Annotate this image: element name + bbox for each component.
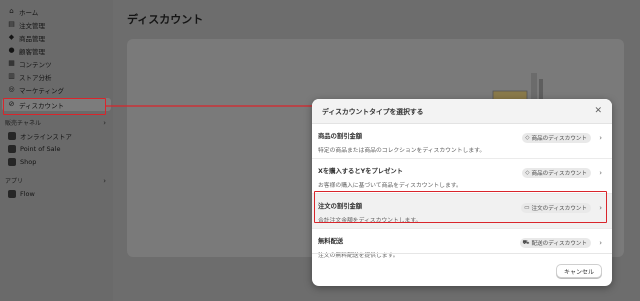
badge-label: 配送のディスカウント xyxy=(531,241,587,247)
channel-online-store[interactable]: オンラインストア xyxy=(0,129,113,142)
sidebar-item-content[interactable]: ▦ コンテンツ xyxy=(0,57,113,70)
sidebar-item-label: ホーム xyxy=(19,8,39,17)
person-icon: ● xyxy=(8,46,15,54)
chevron-right-icon: › xyxy=(599,204,602,212)
connector-line xyxy=(106,105,312,107)
sidebar-highlight xyxy=(3,98,106,115)
app-label: Flow xyxy=(20,189,35,198)
modal-header: ディスカウントタイプを選択する ✕ xyxy=(312,99,612,124)
option-buy-x-get-y[interactable]: Xを購入するとYをプレゼント お客様の購入に基づいて商品をディスカウントします。… xyxy=(312,159,612,194)
shop-icon xyxy=(8,157,16,166)
sidebar: ⌂ ホーム ▤ 注文管理 ◆ 商品管理 ● 顧客管理 ▦ コンテンツ ▥ ストア分析 ◎ マー… xyxy=(0,0,113,301)
option-product-amount[interactable]: 商品の割引金額 特定の商品または商品のコレクションをディスカウントします。 ◇ 商… xyxy=(312,124,612,159)
option-badge: ⛟ 配送のディスカウント xyxy=(519,238,591,248)
home-icon: ⌂ xyxy=(9,7,14,15)
chevron-right-icon: › xyxy=(599,169,602,177)
bar-chart-icon: ▥ xyxy=(8,72,15,80)
chevron-right-icon: › xyxy=(599,134,602,142)
option-order-amount[interactable]: 注文の割引金額 合計注文金額をディスカウントします。 ▭ 注文のディスカウント › xyxy=(312,194,612,229)
discount-type-modal: ディスカウントタイプを選択する ✕ 商品の割引金額 特定の商品または商品のコレク… xyxy=(312,99,612,286)
option-description: お客様の購入に基づいて商品をディスカウントします。 xyxy=(318,183,462,189)
section-title: アプリ xyxy=(5,178,24,185)
cart-icon: ▭ xyxy=(524,205,530,211)
modal-footer: キャンセル xyxy=(312,253,612,286)
sidebar-item-label: マーケティング xyxy=(19,86,64,95)
sidebar-item-products[interactable]: ◆ 商品管理 xyxy=(0,31,113,44)
sidebar-item-label: 注文管理 xyxy=(19,21,45,30)
apps-section[interactable]: アプリ › xyxy=(0,174,113,187)
target-icon: ◎ xyxy=(8,85,15,93)
tag-icon: ◇ xyxy=(525,170,530,176)
badge-label: 注文のディスカウント xyxy=(531,206,587,212)
page-title: ディスカウント xyxy=(127,13,204,26)
option-description: 合計注文金額をディスカウントします。 xyxy=(318,218,422,224)
chevron-right-icon: › xyxy=(599,239,602,247)
sidebar-item-analytics[interactable]: ▥ ストア分析 xyxy=(0,70,113,83)
store-icon xyxy=(8,131,16,140)
channel-label: オンラインストア xyxy=(20,132,72,141)
chevron-right-icon: › xyxy=(103,176,106,185)
modal-title: ディスカウントタイプを選択する xyxy=(322,108,424,116)
flow-icon xyxy=(8,189,16,198)
option-badge: ◇ 商品のディスカウント xyxy=(522,133,591,143)
truck-icon: ⛟ xyxy=(522,239,530,246)
sidebar-item-orders[interactable]: ▤ 注文管理 xyxy=(0,18,113,31)
badge-label: 商品のディスカウント xyxy=(531,171,587,177)
tag-icon: ◇ xyxy=(525,135,530,141)
sidebar-item-home[interactable]: ⌂ ホーム xyxy=(0,5,113,18)
orders-icon: ▤ xyxy=(8,20,15,28)
tag-icon: ◆ xyxy=(8,33,15,41)
sidebar-item-label: ストア分析 xyxy=(19,73,52,82)
option-badge: ▭ 注文のディスカウント xyxy=(521,203,591,213)
cancel-button[interactable]: キャンセル xyxy=(555,264,602,278)
chevron-right-icon: › xyxy=(103,118,106,127)
section-title: 販売チャネル xyxy=(5,120,41,127)
badge-label: 商品のディスカウント xyxy=(531,136,587,142)
channel-shop[interactable]: Shop xyxy=(0,155,113,168)
channel-label: Point of Sale xyxy=(20,144,61,153)
pos-icon xyxy=(8,144,16,153)
sidebar-item-label: 顧客管理 xyxy=(19,47,45,56)
sales-channels-section[interactable]: 販売チャネル › xyxy=(0,116,113,129)
channel-point-of-sale[interactable]: Point of Sale xyxy=(0,142,113,155)
sidebar-item-label: 商品管理 xyxy=(19,34,45,43)
close-icon[interactable]: ✕ xyxy=(594,106,602,116)
channel-label: Shop xyxy=(20,157,37,166)
content-icon: ▦ xyxy=(8,59,15,67)
option-badge: ◇ 商品のディスカウント xyxy=(522,168,591,178)
sidebar-item-marketing[interactable]: ◎ マーケティング xyxy=(0,83,113,96)
sidebar-item-customers[interactable]: ● 顧客管理 xyxy=(0,44,113,57)
sidebar-item-label: コンテンツ xyxy=(19,60,52,69)
option-description: 特定の商品または商品のコレクションをディスカウントします。 xyxy=(318,148,486,154)
app-flow[interactable]: Flow xyxy=(0,187,113,200)
